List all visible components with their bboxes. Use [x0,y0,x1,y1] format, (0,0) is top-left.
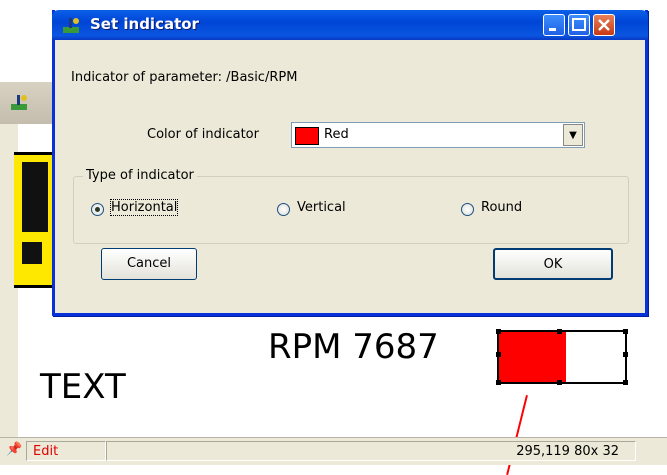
dialog-titlebar[interactable]: Set indicator [52,10,648,40]
minimize-button[interactable] [543,14,565,36]
ok-button[interactable]: OK [493,248,613,280]
chevron-down-icon[interactable]: ▼ [563,124,583,146]
radio-horizontal-label[interactable]: Horizontal [109,199,179,216]
type-group-label: Type of indicator [83,168,197,183]
resize-handle[interactable] [557,329,562,334]
resize-handle[interactable] [623,352,628,357]
close-button[interactable] [593,14,615,36]
resize-handle[interactable] [496,352,501,357]
radio-vertical-label[interactable]: Vertical [297,200,346,215]
horizontal-indicator[interactable] [496,329,628,385]
minimize-icon [549,28,556,31]
close-icon [598,19,610,31]
maximize-button[interactable] [568,14,590,36]
pump-icon [11,95,27,110]
resize-handle[interactable] [623,329,628,334]
maximize-icon [572,18,586,31]
radio-round[interactable] [461,203,474,216]
resize-handle[interactable] [557,380,562,385]
rpm-value-label[interactable]: RPM 7687 [268,327,439,367]
radio-round-label[interactable]: Round [481,200,522,215]
radio-vertical[interactable] [277,203,290,216]
color-select[interactable]: Red ▼ [291,122,585,148]
radio-horizontal[interactable] [91,203,104,216]
pump-icon [63,18,79,33]
yellow-widget-shape [22,162,48,232]
resize-handle[interactable] [496,380,501,385]
pin-icon[interactable]: 📌 [6,442,22,457]
color-value: Red [324,127,349,142]
resize-handle[interactable] [496,329,501,334]
resize-handle[interactable] [623,380,628,385]
color-label: Color of indicator [147,127,259,142]
status-mode: Edit [26,441,106,461]
yellow-widget-shape [22,242,42,264]
text-widget[interactable]: TEXT [40,367,126,407]
cancel-button[interactable]: Cancel [101,248,197,280]
status-coords: 295,119 80x 32 [106,441,636,461]
set-indicator-dialog: Set indicator Indicator of parameter: /B… [52,10,648,316]
background-window-titlebar[interactable] [0,82,60,125]
indicator-fill [499,332,566,382]
parameter-label: Indicator of parameter: /Basic/RPM [71,70,298,85]
status-bar: 📌 Edit 295,119 80x 32 [0,437,667,465]
dialog-title: Set indicator [90,15,199,33]
color-swatch [295,127,319,145]
